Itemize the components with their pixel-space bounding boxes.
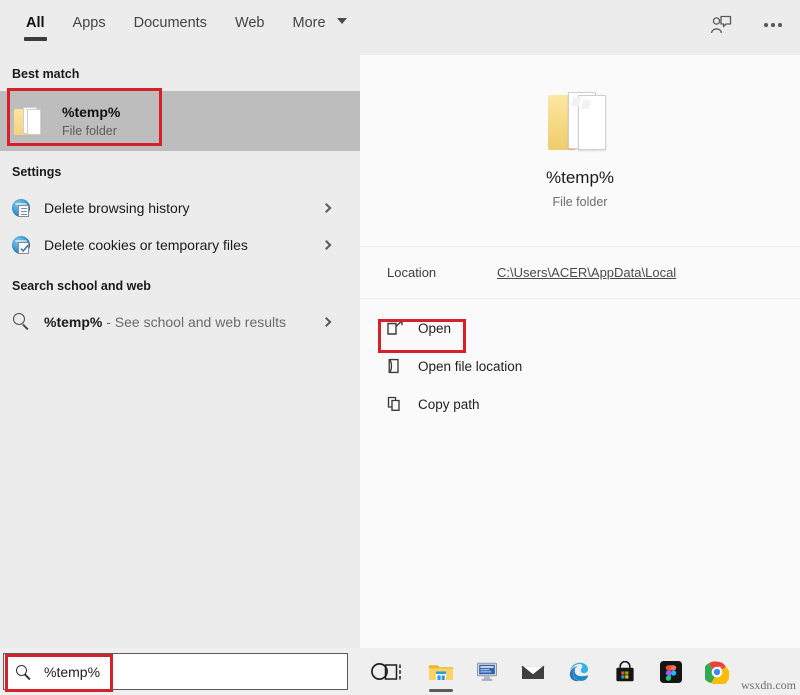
taskbar-search-value: %temp% [44,663,101,680]
tab-web[interactable]: Web [221,0,279,32]
action-open[interactable]: Open [360,309,800,347]
person-feedback-icon[interactable] [708,12,734,38]
action-copy-path[interactable]: Copy path [360,385,800,423]
folder-icon [14,104,48,138]
chevron-right-icon [321,316,332,327]
best-match-result-row[interactable]: %temp% File folder [0,91,360,151]
taskbar: %temp% wsxdn.com [0,648,800,695]
tab-all[interactable]: All [12,0,59,41]
settings-item-delete-browsing-history[interactable]: Delete browsing history [0,189,360,226]
settings-item-delete-cookies[interactable]: Delete cookies or temporary files [0,226,360,263]
mail-icon[interactable] [510,648,556,695]
tab-web-label: Web [234,15,265,31]
action-open-file-location[interactable]: Open file location [360,347,800,385]
chevron-down-icon [336,18,347,24]
folder-open-icon [386,357,404,375]
preview-subtitle: File folder [552,195,608,209]
best-match-group-label: Best match [12,67,80,81]
task-view-icon[interactable] [372,648,418,695]
microsoft-store-icon[interactable] [602,648,648,695]
ellipsis-icon[interactable] [760,12,786,38]
tab-more-label: More [292,15,326,31]
tab-documents[interactable]: Documents [120,0,221,32]
location-path-link[interactable]: C:\Users\ACER\AppData\Local [497,265,676,280]
chevron-right-icon [321,239,332,250]
header-actions [708,12,786,38]
display-settings-icon[interactable] [464,648,510,695]
tab-more[interactable]: More [279,0,361,32]
web-search-query: %temp% [44,313,103,330]
preview-location-row: Location C:\Users\ACER\AppData\Local [360,247,800,299]
taskbar-search-box[interactable]: %temp% [3,653,348,690]
preview-actions: Open Open file location Copy path [360,299,800,423]
search-icon [12,312,32,332]
web-search-result-row[interactable]: %temp% - See school and web results [0,303,360,340]
settings-item-label: Delete browsing history [44,199,190,216]
preview-hero: %temp% File folder [360,55,800,247]
search-icon [16,664,30,679]
watermark: wsxdn.com [741,678,796,692]
web-search-suffix: - See school and web results [102,313,287,330]
results-column: Best match %temp% File folder Settings D… [0,55,360,648]
location-label: Location [387,265,437,280]
chevron-right-icon [321,202,332,213]
search-header: All Apps Documents Web More [0,0,800,55]
copy-icon [386,395,404,413]
action-open-label: Open [418,320,452,336]
action-copy-path-label: Copy path [418,396,480,412]
internet-options-icon [12,198,32,218]
settings-item-label: Delete cookies or temporary files [44,236,248,253]
open-external-icon [386,319,404,337]
tab-apps-label: Apps [72,15,106,31]
file-explorer-icon[interactable] [418,648,464,695]
taskbar-apps [372,648,740,695]
best-match-title: %temp% [62,103,121,120]
tab-all-label: All [26,15,45,31]
filter-tabs: All Apps Documents Web More [12,0,361,55]
tab-documents-label: Documents [133,15,207,31]
internet-options-icon [12,235,32,255]
search-flyout: All Apps Documents Web More Best match %… [0,0,800,648]
web-group-label: Search school and web [12,279,151,293]
folder-icon-large [548,92,612,152]
chrome-icon[interactable] [694,648,740,695]
action-open-file-location-label: Open file location [418,358,523,374]
tab-apps[interactable]: Apps [59,0,120,32]
preview-title: %temp% [545,168,615,187]
preview-panel: %temp% File folder Location C:\Users\ACE… [360,55,800,648]
edge-icon[interactable] [556,648,602,695]
best-match-subtitle: File folder [62,123,117,138]
settings-group-label: Settings [12,165,62,179]
windows-search-screen: All Apps Documents Web More Best match %… [0,0,800,695]
figma-icon[interactable] [648,648,694,695]
